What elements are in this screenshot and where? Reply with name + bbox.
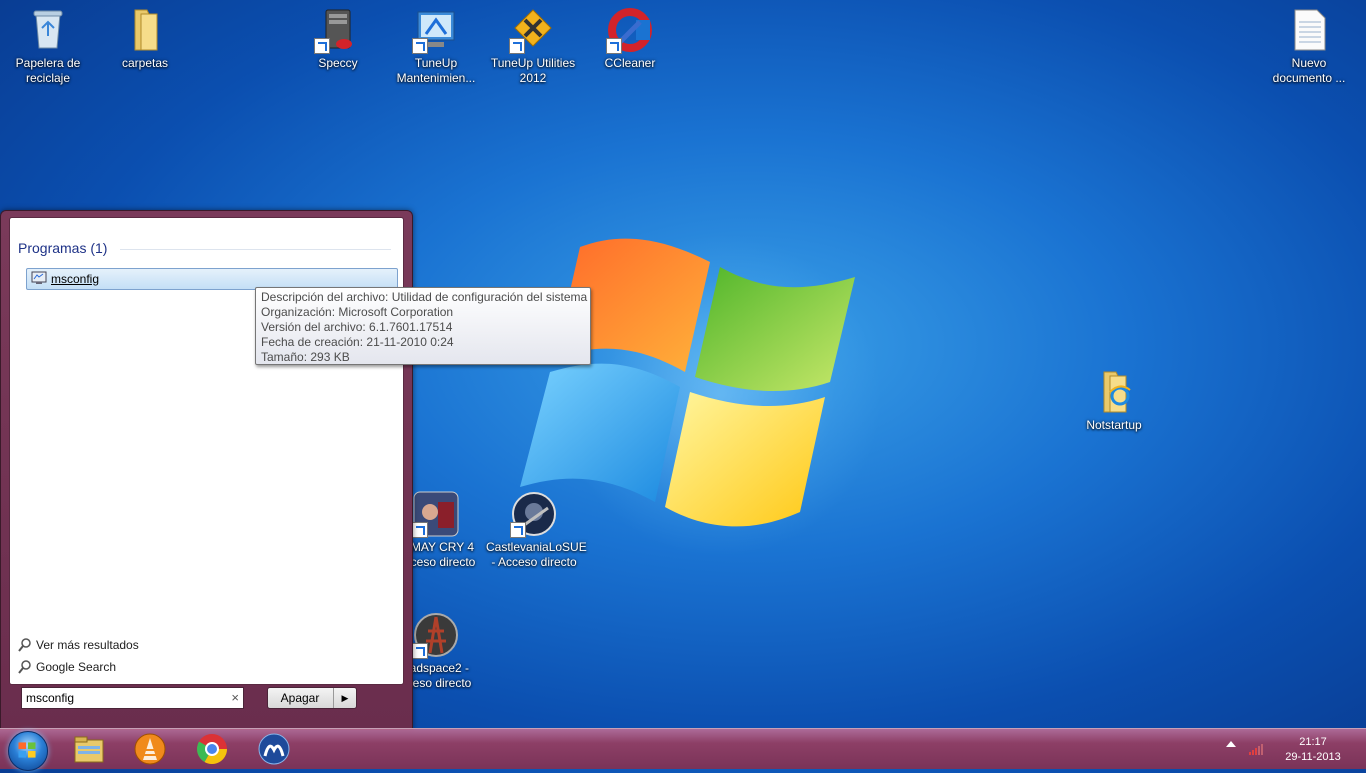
desktop-icon-tuneup-utilities[interactable]: TuneUp Utilities 2012 [485, 6, 581, 86]
desktop-icon-label: CCleaner [604, 56, 656, 70]
tooltip-description: Descripción del archivo: Utilidad de con… [261, 290, 588, 304]
shortcut-arrow-icon [412, 38, 428, 54]
shutdown-button-group: Apagar ▶ [267, 687, 357, 709]
see-more-results-label: Ver más resultados [36, 638, 139, 652]
google-search-link[interactable]: Google Search [18, 660, 116, 674]
taskbar-chrome-button[interactable] [195, 732, 229, 766]
desktop-icon-label: Nuevo documento ... [1272, 56, 1346, 85]
text-document-icon [1285, 6, 1333, 54]
game-icon [412, 490, 460, 538]
google-search-label: Google Search [36, 660, 117, 674]
speccy-icon [314, 6, 362, 54]
windows-explorer-icon [74, 736, 104, 763]
see-more-results-link[interactable]: Ver más resultados [18, 638, 139, 652]
game-icon [412, 611, 460, 659]
tooltip-organization: Organización: Microsoft Corporation [261, 305, 454, 319]
tuneup-maintenance-icon [412, 6, 460, 54]
desktop-icon-speccy[interactable]: Speccy [290, 6, 386, 71]
desktop-icon-nuevo-documento[interactable]: Nuevo documento ... [1261, 6, 1357, 86]
search-result-label: msconfig [51, 272, 100, 286]
start-search-box[interactable]: × [21, 687, 244, 709]
desktop-icon-notstartup[interactable]: Notstartup [1066, 368, 1162, 433]
desktop-icon-carpetas[interactable]: carpetas [97, 6, 193, 71]
desktop-icon-label: CastlevaniaLoSUE - Acceso directo [486, 540, 587, 569]
start-button[interactable] [8, 731, 48, 771]
tooltip-creation-date: Fecha de creación: 21-11-2010 0:24 [261, 335, 454, 349]
shortcut-arrow-icon [412, 522, 428, 538]
tooltip-file-version: Versión del archivo: 6.1.7601.17514 [261, 320, 453, 334]
clear-search-icon[interactable]: × [231, 690, 239, 705]
maxthon-icon [258, 733, 290, 765]
recycle-bin-icon [24, 6, 72, 54]
desktop-icon-label: TuneUp Utilities 2012 [490, 56, 576, 85]
windows-flag-icon [18, 742, 36, 758]
taskbar-maxthon-button[interactable] [257, 732, 291, 766]
shortcut-arrow-icon [412, 643, 428, 659]
search-input[interactable] [26, 690, 216, 706]
shutdown-options-arrow-icon[interactable]: ▶ [333, 688, 356, 708]
vlc-icon [134, 733, 166, 765]
network-signal-icon[interactable] [1249, 742, 1265, 755]
shortcut-arrow-icon [606, 38, 622, 54]
desktop-icon-label: Notstartup [1086, 418, 1142, 432]
taskbar: 21:17 29-11-2013 [0, 728, 1366, 771]
ccleaner-icon [606, 6, 654, 54]
section-divider [120, 249, 391, 250]
desktop-icon-label: carpetas [121, 56, 169, 70]
chrome-icon [196, 734, 227, 765]
desktop-icon-castlevania[interactable]: CastlevaniaLoSUE - Acceso directo [486, 490, 587, 570]
magnifier-icon [18, 638, 32, 652]
msconfig-icon [31, 271, 47, 285]
clock-date: 29-11-2013 [1285, 751, 1341, 763]
desktop-icon-ccleaner[interactable]: CCleaner [582, 6, 678, 71]
desktop-icon-tuneup-maintenance[interactable]: TuneUp Mantenimien... [388, 6, 484, 86]
shortcut-arrow-icon [509, 38, 525, 54]
shutdown-button[interactable]: Apagar [268, 691, 332, 705]
game-icon [510, 490, 558, 538]
tooltip-size: Tamaño: 293 KB [261, 350, 350, 364]
shortcut-arrow-icon [510, 522, 526, 538]
taskbar-explorer-button[interactable] [72, 732, 106, 766]
desktop-icon-label: Papelera de reciclaje [15, 56, 81, 85]
taskbar-vlc-button[interactable] [133, 732, 167, 766]
show-hidden-icons-arrow-icon[interactable] [1226, 741, 1236, 747]
folder-icon [121, 6, 169, 54]
desktop-icon-recycle-bin[interactable]: Papelera de reciclaje [0, 6, 96, 86]
programs-section-title: Programas (1) [18, 240, 108, 256]
file-info-tooltip: Descripción del archivo: Utilidad de con… [255, 287, 591, 365]
desktop-icon-label: Speccy [318, 56, 358, 70]
folder-ie-icon [1090, 368, 1138, 416]
system-clock[interactable]: 21:17 29-11-2013 [1280, 735, 1346, 765]
magnifier-icon [18, 660, 32, 674]
desktop-icon-label: TuneUp Mantenimien... [396, 56, 476, 85]
tuneup-utilities-icon [509, 6, 557, 54]
shortcut-arrow-icon [314, 38, 330, 54]
clock-time: 21:17 [1299, 736, 1327, 748]
